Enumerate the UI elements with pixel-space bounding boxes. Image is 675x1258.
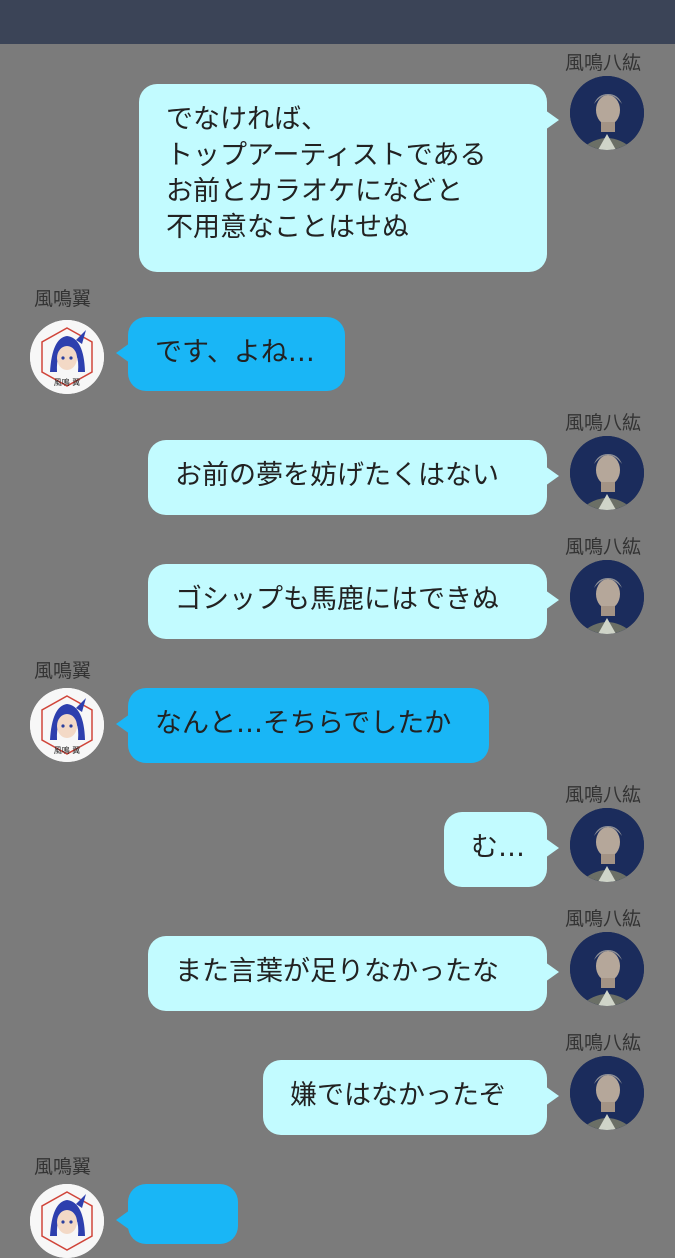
yatsuhiro-portrait-icon[interactable] — [570, 436, 644, 510]
tsubasa-portrait-icon[interactable] — [30, 1184, 104, 1258]
message-bubble[interactable]: でなければ、 トップアーティストである お前とカラオケになどと 不用意なことはせ… — [139, 84, 559, 272]
message-bubble[interactable] — [116, 1184, 238, 1244]
yatsuhiro-portrait-icon[interactable] — [570, 560, 644, 634]
sender-name: 風鳴八紘 — [564, 908, 641, 930]
sender-name: 風鳴翼 — [34, 288, 92, 310]
message-bubble[interactable]: む… — [444, 812, 559, 887]
sender-name: 風鳴八紘 — [564, 412, 641, 434]
yatsuhiro-portrait-icon[interactable] — [570, 808, 644, 882]
avatar-badge: 風鳴 翼 — [53, 746, 81, 755]
sender-name: 風鳴八紘 — [564, 52, 641, 74]
yatsuhiro-portrait-icon[interactable] — [570, 76, 644, 150]
sender-name: 風鳴翼 — [34, 1156, 92, 1178]
avatar-badge: 風鳴 翼 — [53, 378, 81, 387]
sender-name: 風鳴八紘 — [564, 536, 641, 558]
tsubasa-portrait-icon[interactable]: 風鳴 翼 — [30, 688, 104, 762]
yatsuhiro-portrait-icon[interactable] — [570, 932, 644, 1006]
chat-log[interactable]: 風鳴八紘 でなければ、 トップアーティストである お前とカラオケになどと 不用意… — [0, 44, 675, 1258]
message-bubble[interactable]: ゴシップも馬鹿にはできぬ — [148, 564, 559, 639]
message-bubble[interactable]: また言葉が足りなかったな — [148, 936, 559, 1011]
message-bubble[interactable]: なんと…そちらでしたか — [116, 688, 489, 763]
sender-name: 風鳴八紘 — [564, 1032, 641, 1054]
sender-name: 風鳴八紘 — [564, 784, 641, 806]
sender-name: 風鳴翼 — [34, 660, 92, 682]
yatsuhiro-portrait-icon[interactable] — [570, 1056, 644, 1130]
tsubasa-portrait-icon[interactable]: 風鳴 翼 — [30, 320, 104, 394]
message-bubble[interactable]: です、よね… — [116, 317, 345, 391]
message-bubble[interactable]: 嫌ではなかったぞ — [263, 1060, 559, 1135]
app-header-bar — [0, 0, 675, 44]
message-bubble[interactable]: お前の夢を妨げたくはない — [148, 440, 559, 515]
